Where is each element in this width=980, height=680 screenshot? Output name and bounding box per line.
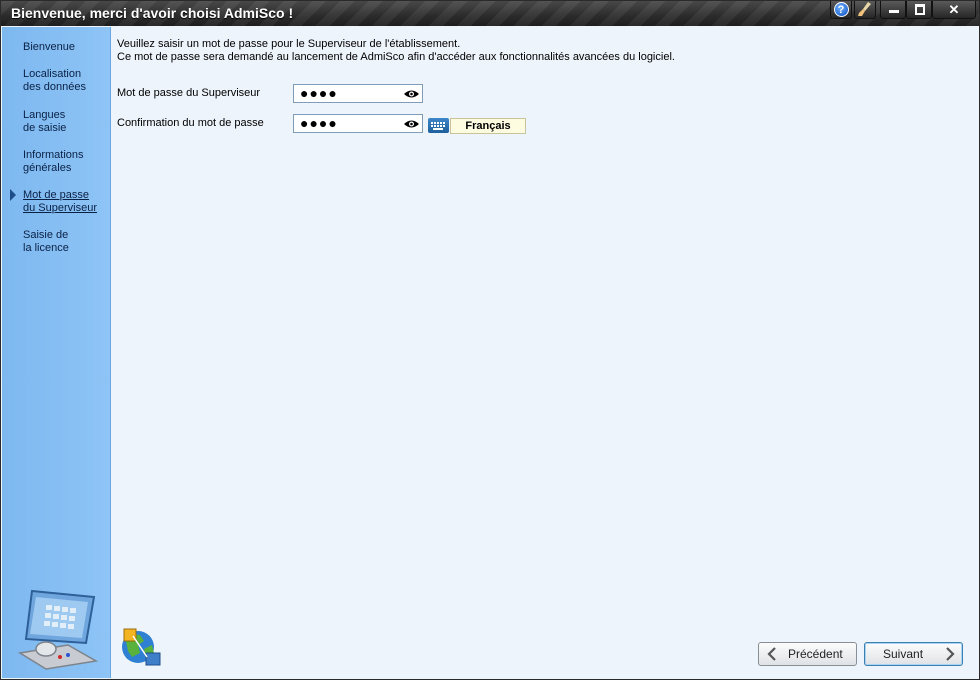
intro-line-2: Ce mot de passe sera demandé au lancemen… [117, 51, 675, 63]
globe-icon [122, 628, 161, 666]
sidebar-item-informations[interactable]: Informations générales [23, 149, 84, 175]
eye-icon[interactable] [403, 89, 420, 99]
intro-text: Veuillez saisir un mot de passe pour le … [117, 38, 675, 64]
help-glyph: ? [833, 2, 849, 17]
brush-icon[interactable] [854, 1, 876, 19]
next-button[interactable]: Suivant [864, 642, 963, 666]
previous-button[interactable]: Précédent [758, 642, 857, 666]
sidebar-item-bienvenue[interactable]: Bienvenue [23, 41, 75, 54]
brush-glyph [858, 2, 871, 16]
monitor-icon [17, 589, 99, 670]
confirm-password-field[interactable]: ●●●● [293, 114, 423, 133]
wizard-window: Bienvenue, merci d'avoir choisi AdmiSco … [0, 0, 980, 680]
previous-label: Précédent [788, 647, 843, 661]
chevron-right-icon [946, 647, 955, 661]
sidebar-item-localisation[interactable]: Localisation des données [23, 68, 86, 94]
password-field[interactable]: ●●●● [293, 84, 423, 103]
password-value: ●●●● [300, 85, 338, 101]
next-label: Suivant [883, 647, 924, 661]
main-content: Veuillez saisir un mot de passe pour le … [111, 27, 979, 679]
close-button[interactable]: ✕ [932, 1, 976, 19]
title-bar[interactable]: Bienvenue, merci d'avoir choisi AdmiSco … [1, 1, 979, 26]
password-label: Mot de passe du Superviseur [117, 87, 261, 99]
window-title: Bienvenue, merci d'avoir choisi AdmiSco … [11, 5, 294, 21]
keyboard-glyph [431, 122, 445, 130]
wizard-sidebar: Bienvenue Localisation des données Langu… [2, 27, 111, 678]
sidebar-item-mot-de-passe[interactable]: Mot de passe du Superviseur [23, 189, 97, 215]
sidebar-item-licence[interactable]: Saisie de la licence [23, 229, 69, 255]
intro-line-1: Veuillez saisir un mot de passe pour le … [117, 38, 461, 50]
active-step-arrow-icon [10, 189, 16, 201]
close-icon: ✕ [948, 2, 960, 17]
keyboard-icon[interactable] [428, 118, 449, 133]
maximize-button[interactable] [906, 1, 932, 19]
minimize-button[interactable] [880, 1, 906, 19]
help-icon[interactable]: ? [830, 1, 852, 19]
confirm-password-label: Confirmation du mot de passe [117, 117, 264, 129]
chevron-left-icon [767, 647, 776, 661]
keyboard-language-indicator[interactable]: Français [450, 118, 526, 134]
confirm-password-value: ●●●● [300, 115, 338, 131]
eye-icon[interactable] [403, 119, 420, 129]
sidebar-item-langues[interactable]: Langues de saisie [23, 109, 66, 135]
